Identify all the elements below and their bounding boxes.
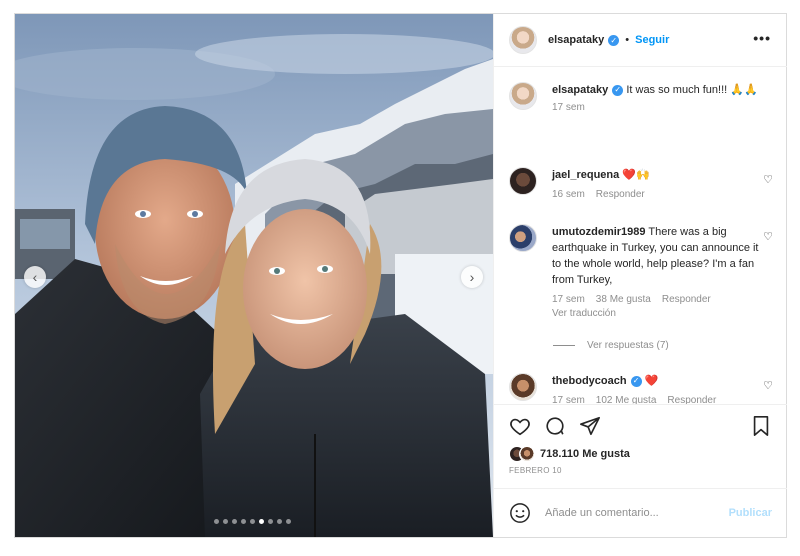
carousel-dot: [214, 519, 219, 524]
chevron-right-icon: ›: [469, 269, 475, 285]
reply-button[interactable]: Responder: [662, 294, 711, 305]
divider: [553, 345, 575, 346]
comment-text: ❤️🙌: [622, 169, 650, 181]
heart-icon[interactable]: [509, 415, 531, 437]
comment-time[interactable]: 16 sem: [552, 189, 585, 200]
verified-badge-icon: ✓: [608, 34, 620, 46]
carousel-dot: [277, 519, 282, 524]
comment-input[interactable]: Añade un comentario...: [545, 507, 659, 519]
post-photo[interactable]: ‹ ›: [15, 14, 493, 537]
next-photo-button[interactable]: ›: [461, 266, 483, 288]
avatar: [519, 446, 535, 462]
comment-text: ❤️: [644, 375, 659, 387]
comment-text-block: elsapataky ✓ It was so much fun!!! 🙏🙏: [552, 82, 779, 98]
publish-button[interactable]: Publicar: [729, 507, 772, 519]
view-replies-button[interactable]: Ver respuestas (7): [553, 340, 669, 351]
post-author-username[interactable]: elsapataky: [548, 34, 604, 46]
likes-count[interactable]: 718.110 Me gusta: [540, 448, 630, 460]
carousel-dot: [286, 519, 291, 524]
comment-text-block: jael_requena ❤️🙌: [552, 167, 779, 183]
like-comment-heart-icon[interactable]: ♡: [763, 173, 773, 186]
add-comment-bar: Añade un comentario... Publicar: [494, 488, 787, 537]
carousel-dot: [259, 519, 264, 524]
post-details-panel: elsapataky ✓ • Seguir ••• elsapataky ✓ It…: [493, 14, 787, 537]
follow-button[interactable]: Seguir: [635, 34, 669, 46]
separator-dot: •: [625, 34, 630, 46]
verified-badge-icon: ✓: [630, 375, 642, 387]
carousel-dot: [250, 519, 255, 524]
carousel-dot: [241, 519, 246, 524]
like-comment-heart-icon[interactable]: ♡: [763, 379, 773, 392]
avatar[interactable]: [509, 373, 537, 401]
comment-username[interactable]: umutozdemir1989: [552, 226, 646, 238]
comment-meta: 17 sem 38 Me gusta Responder: [552, 294, 779, 305]
comment-username[interactable]: thebodycoach: [552, 375, 627, 387]
comment-text-block: thebodycoach ✓ ❤️: [552, 373, 779, 389]
carousel-dots: [214, 519, 291, 524]
post-date[interactable]: FEBRERO 10: [509, 466, 562, 475]
like-comment-heart-icon[interactable]: ♡: [763, 230, 773, 243]
view-replies-label: Ver respuestas (7): [587, 340, 669, 351]
translate-button[interactable]: Ver traducción: [552, 308, 779, 319]
comment-icon[interactable]: [544, 415, 566, 437]
chevron-left-icon: ‹: [32, 269, 38, 285]
photo-scene: [15, 14, 493, 537]
list-item: jael_requena ❤️🙌 16 sem Responder ♡: [509, 167, 779, 200]
comment-meta: 17 sem: [552, 102, 779, 113]
post-header: elsapataky ✓ • Seguir •••: [494, 14, 787, 67]
reply-button[interactable]: Responder: [596, 189, 645, 200]
comment-time[interactable]: 17 sem: [552, 102, 585, 113]
avatar[interactable]: [509, 26, 537, 54]
comment-username[interactable]: jael_requena: [552, 169, 619, 181]
comment-likes[interactable]: 38 Me gusta: [596, 294, 651, 305]
list-item: umutozdemir1989 There was a big earthqua…: [509, 224, 779, 319]
comment-username[interactable]: elsapataky: [552, 84, 608, 96]
previous-photo-button[interactable]: ‹: [24, 266, 46, 288]
comment-meta: 16 sem Responder: [552, 189, 779, 200]
comments-list: elsapataky ✓ It was so much fun!!! 🙏🙏 17 …: [494, 68, 787, 406]
list-item: thebodycoach ✓ ❤️ 17 sem 102 Me gusta Res…: [509, 373, 779, 406]
avatar[interactable]: [509, 224, 537, 252]
comment-text: It was so much fun!!! 🙏🙏: [626, 84, 758, 96]
likes-summary[interactable]: 718.110 Me gusta: [509, 446, 630, 462]
share-icon[interactable]: [579, 415, 601, 437]
carousel-dot: [232, 519, 237, 524]
avatar[interactable]: [509, 82, 537, 110]
bookmark-icon[interactable]: [751, 415, 771, 437]
more-horizontal-icon[interactable]: •••: [753, 30, 771, 46]
verified-badge-icon: ✓: [612, 84, 624, 96]
avatar[interactable]: [509, 167, 537, 195]
carousel-dot: [268, 519, 273, 524]
emoji-icon[interactable]: [509, 502, 531, 524]
comment-text-block: umutozdemir1989 There was a big earthqua…: [552, 224, 779, 288]
comment-time[interactable]: 17 sem: [552, 294, 585, 305]
post-dialog: ‹ › elsapataky ✓ • Seguir ••• elsapataky…: [14, 13, 787, 538]
carousel-dot: [223, 519, 228, 524]
post-actions: 718.110 Me gusta FEBRERO 10: [494, 404, 787, 488]
caption-comment: elsapataky ✓ It was so much fun!!! 🙏🙏 17 …: [509, 82, 779, 113]
